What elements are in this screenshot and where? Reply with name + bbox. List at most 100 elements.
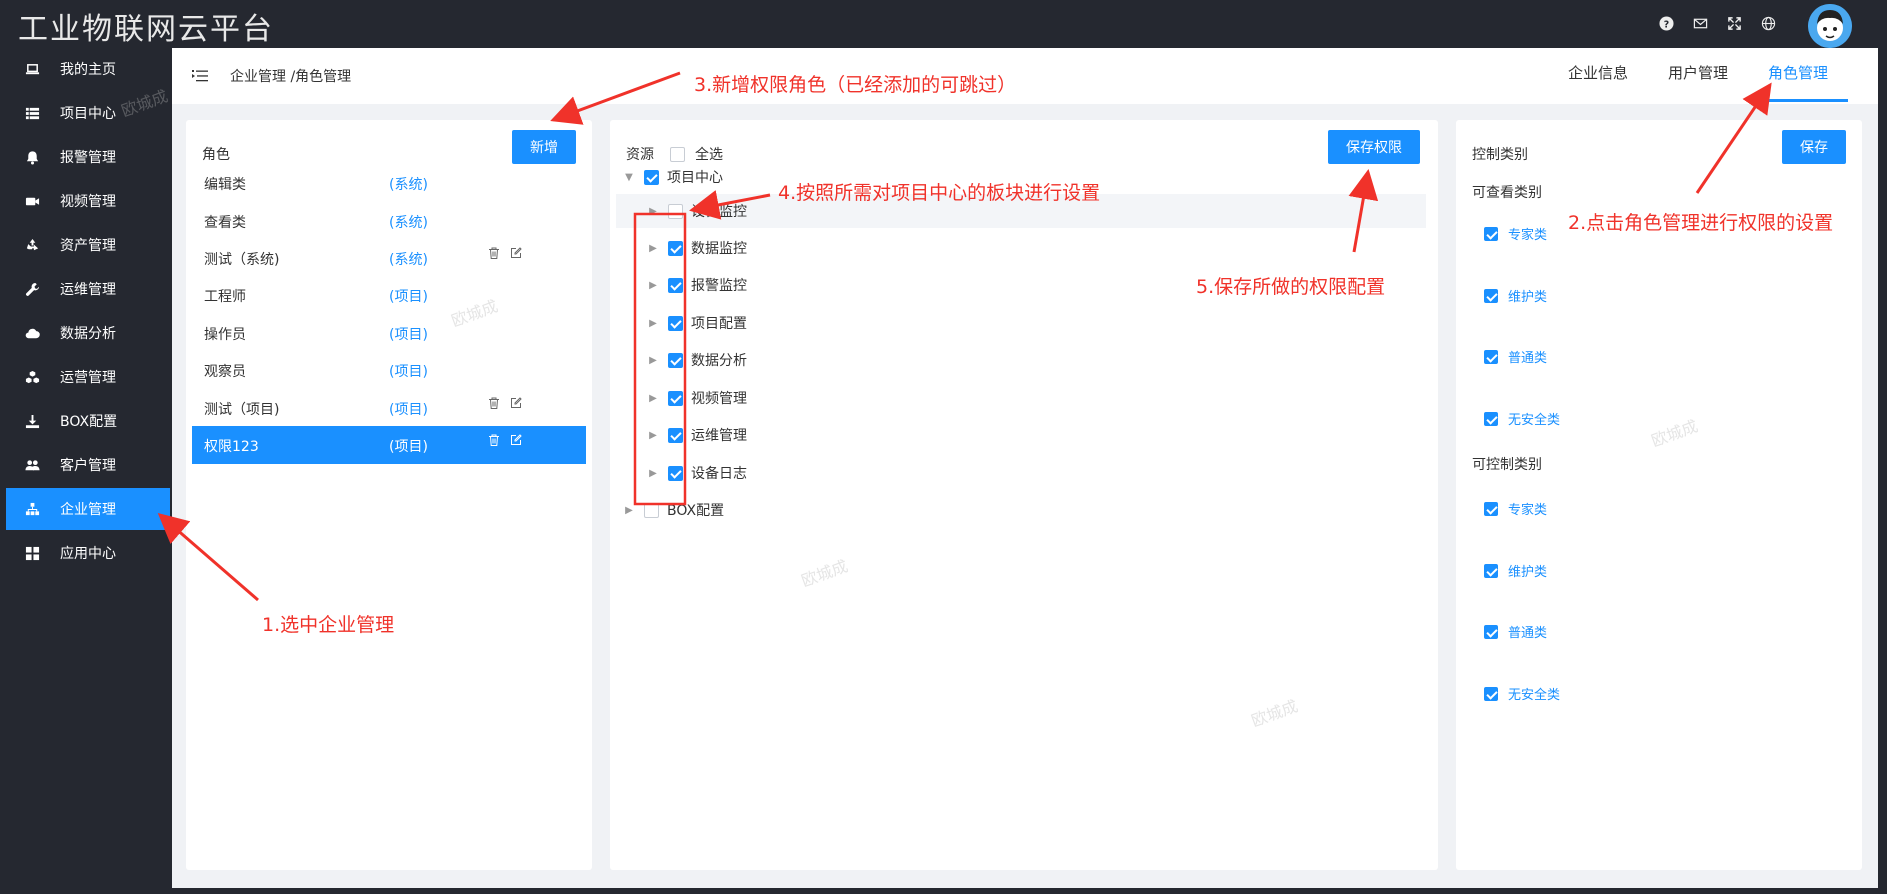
role-row[interactable]: 测试（系统) (系统) <box>192 239 586 277</box>
role-row-selected[interactable]: 权限123 (项目) <box>192 426 586 464</box>
role-row[interactable]: 操作员 (项目) <box>192 314 586 352</box>
checkbox[interactable] <box>1484 349 1498 364</box>
item-label: 专家类 <box>1508 503 1548 518</box>
tree-node-label: 数据分析 <box>691 353 747 369</box>
sidebar-item-customers[interactable]: 客户管理 <box>6 444 170 486</box>
tree-node[interactable]: ▶ 数据监控 <box>648 231 747 265</box>
caret-right-icon[interactable]: ▶ <box>648 280 658 291</box>
tree-node[interactable]: ▶ 设备日志 <box>648 456 747 490</box>
checkbox[interactable] <box>1484 686 1498 701</box>
caret-right-icon[interactable]: ▶ <box>648 206 658 217</box>
video-icon <box>24 193 40 209</box>
save-permissions-button[interactable]: 保存权限 <box>1328 130 1420 164</box>
app-title: 工业物联网云平台 <box>18 12 274 47</box>
caret-right-icon[interactable]: ▶ <box>648 243 658 254</box>
edit-icon[interactable] <box>510 434 522 446</box>
cloud-icon <box>24 325 40 341</box>
role-actions <box>488 434 522 446</box>
checkbox[interactable] <box>1484 501 1498 516</box>
tree-node-label: BOX配置 <box>667 503 725 519</box>
caret-right-icon[interactable]: ▶ <box>648 468 658 479</box>
annotation-step1: 1.选中企业管理 <box>262 614 395 636</box>
sidebar-item-video[interactable]: 视频管理 <box>6 180 170 222</box>
role-row[interactable]: 查看类 (系统) <box>192 202 586 240</box>
sidebar-item-enterprise[interactable]: 企业管理 <box>6 488 170 530</box>
tree-node-box-config[interactable]: ▶ BOX配置 <box>624 493 724 527</box>
item-label: 无安全类 <box>1508 413 1561 428</box>
add-role-button[interactable]: 新增 <box>512 130 576 164</box>
caret-right-icon[interactable]: ▶ <box>648 430 658 441</box>
controllable-item[interactable]: 维护类 <box>1484 561 1547 580</box>
fullscreen-icon[interactable] <box>1725 14 1743 32</box>
tree-checkbox[interactable] <box>644 502 659 518</box>
sidebar-item-label: 企业管理 <box>60 502 116 518</box>
viewable-title: 可查看类别 <box>1472 185 1542 201</box>
role-row[interactable]: 工程师 (项目) <box>192 276 586 314</box>
globe-icon[interactable] <box>1759 14 1777 32</box>
tree-checkbox[interactable] <box>668 203 683 219</box>
role-name: 工程师 <box>204 289 246 305</box>
tree-checkbox[interactable] <box>668 352 683 368</box>
delete-icon[interactable] <box>488 434 500 446</box>
user-avatar[interactable] <box>1808 4 1852 48</box>
checkbox[interactable] <box>1484 624 1498 639</box>
caret-down-icon[interactable]: ▼ <box>624 172 634 183</box>
viewable-item[interactable]: 普通类 <box>1484 347 1547 366</box>
mail-icon[interactable] <box>1691 14 1709 32</box>
tree-node[interactable]: ▶ 运维管理 <box>648 418 747 452</box>
tree-checkbox[interactable] <box>668 465 683 481</box>
caret-right-icon[interactable]: ▶ <box>648 355 658 366</box>
role-type: (系统) <box>389 215 428 231</box>
sidebar-item-assets[interactable]: 资产管理 <box>6 224 170 266</box>
tree-checkbox[interactable] <box>668 315 683 331</box>
sidebar-item-apps[interactable]: 应用中心 <box>6 532 170 574</box>
controllable-item[interactable]: 普通类 <box>1484 622 1547 641</box>
tab-user-management[interactable]: 用户管理 <box>1648 48 1748 102</box>
checkbox[interactable] <box>1484 411 1498 426</box>
delete-icon[interactable] <box>488 397 500 409</box>
annotation-step3: 3.新增权限角色（已经添加的可跳过） <box>694 74 1017 96</box>
checkbox[interactable] <box>1484 226 1498 241</box>
tree-checkbox[interactable] <box>668 427 683 443</box>
viewable-item[interactable]: 维护类 <box>1484 286 1547 305</box>
menu-toggle-icon[interactable] <box>192 68 208 82</box>
tree-node[interactable]: ▶ 项目配置 <box>648 306 747 340</box>
sidebar-item-maintenance[interactable]: 运维管理 <box>6 268 170 310</box>
tree-checkbox[interactable] <box>668 277 683 293</box>
sidebar-item-analytics[interactable]: 数据分析 <box>6 312 170 354</box>
role-row[interactable]: 编辑类 (系统) <box>192 164 586 202</box>
delete-icon[interactable] <box>488 247 500 259</box>
caret-right-icon[interactable]: ▶ <box>648 393 658 404</box>
save-control-button[interactable]: 保存 <box>1782 130 1846 164</box>
controllable-item[interactable]: 无安全类 <box>1484 684 1560 703</box>
help-icon[interactable]: ? <box>1657 14 1675 32</box>
sidebar-item-operations[interactable]: 运营管理 <box>6 356 170 398</box>
tree-node[interactable]: ▶ 数据分析 <box>648 343 747 377</box>
caret-right-icon[interactable]: ▶ <box>648 318 658 329</box>
tree-node-label: 设备日志 <box>691 466 747 482</box>
tree-node[interactable]: ▶ 报警监控 <box>648 268 747 302</box>
sidebar-item-home[interactable]: 我的主页 <box>6 48 170 90</box>
role-name: 测试（项目) <box>204 402 280 418</box>
sidebar-item-projects[interactable]: 项目中心 <box>6 92 170 134</box>
role-row[interactable]: 观察员 (项目) <box>192 351 586 389</box>
edit-icon[interactable] <box>510 397 522 409</box>
tree-node[interactable]: ▶ 视频管理 <box>648 381 747 415</box>
tab-role-management[interactable]: 角色管理 <box>1747 48 1848 102</box>
viewable-item[interactable]: 无安全类 <box>1484 409 1560 428</box>
viewable-item[interactable]: 专家类 <box>1484 224 1547 243</box>
edit-icon[interactable] <box>510 247 522 259</box>
tree-checkbox[interactable] <box>668 240 683 256</box>
role-row[interactable]: 测试（项目) (项目) <box>192 389 586 427</box>
controllable-item[interactable]: 专家类 <box>1484 499 1547 518</box>
tree-checkbox[interactable] <box>644 169 659 185</box>
checkbox[interactable] <box>1484 563 1498 578</box>
checkbox[interactable] <box>1484 288 1498 303</box>
caret-right-icon[interactable]: ▶ <box>624 505 634 516</box>
tab-enterprise-info[interactable]: 企业信息 <box>1548 48 1648 102</box>
tree-checkbox[interactable] <box>668 390 683 406</box>
recycle-icon <box>24 237 40 253</box>
tree-node-label: 项目配置 <box>691 316 747 332</box>
sidebar-item-box-config[interactable]: BOX配置 <box>6 400 170 442</box>
sidebar-item-alarms[interactable]: 报警管理 <box>6 136 170 178</box>
